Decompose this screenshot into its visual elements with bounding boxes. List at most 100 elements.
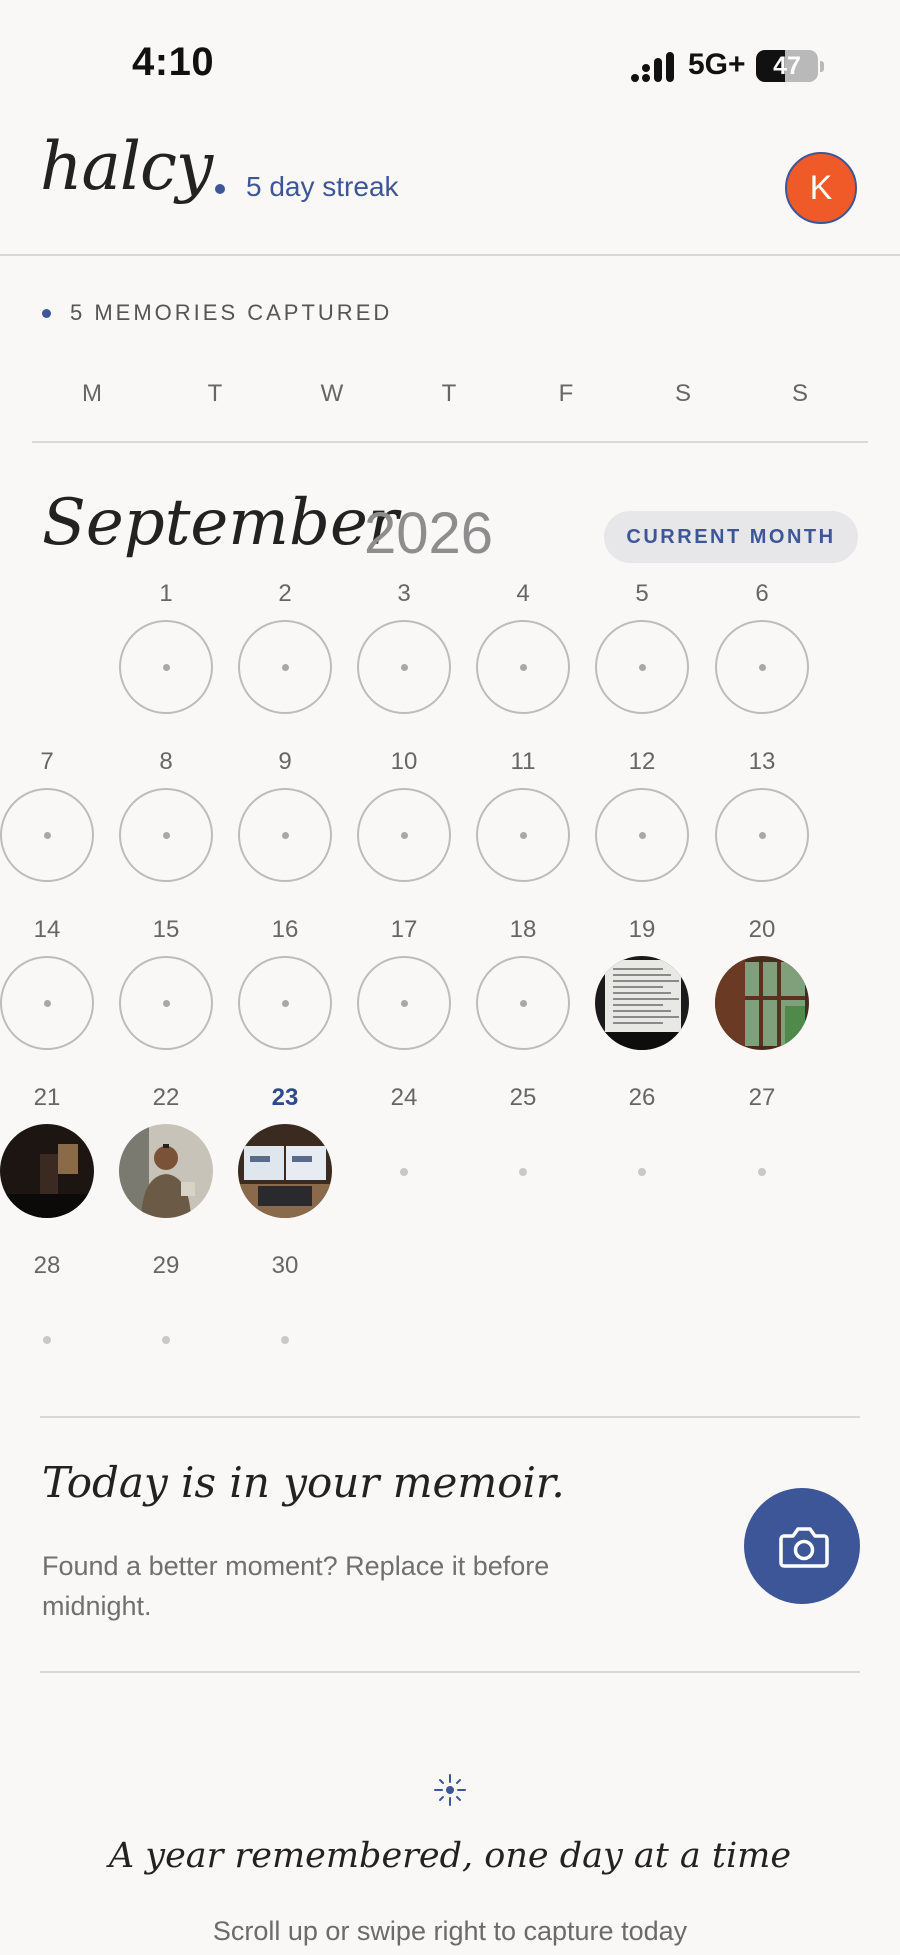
calendar-day[interactable]: 2: [238, 580, 332, 730]
empty-day-dot: [282, 664, 289, 671]
day-number: 11: [510, 748, 536, 775]
day-number: 30: [271, 1252, 299, 1279]
empty-day-ring: [238, 956, 332, 1050]
day-number: 5: [635, 580, 649, 607]
calendar-day[interactable]: 12: [595, 748, 689, 898]
empty-day-dot: [44, 832, 51, 839]
today-title: Today is in your memoir.: [42, 1458, 565, 1507]
calendar-day[interactable]: 18: [476, 916, 570, 1066]
day-number: 26: [628, 1084, 656, 1111]
empty-day-dot: [639, 832, 646, 839]
empty-day-ring: [357, 620, 451, 714]
calendar-day[interactable]: 4: [476, 580, 570, 730]
section-divider: [40, 1671, 860, 1673]
empty-day-dot: [44, 1000, 51, 1007]
future-day-dot: [400, 1168, 408, 1176]
calendar-day[interactable]: 23: [238, 1084, 332, 1234]
calendar-day[interactable]: 15: [119, 916, 213, 1066]
day-number: 15: [152, 916, 180, 943]
sparkle-icon: [434, 1774, 466, 1806]
day-number: 25: [509, 1084, 537, 1111]
calendar-day[interactable]: 29: [119, 1252, 213, 1402]
calendar-day[interactable]: 17: [357, 916, 451, 1066]
footer-hint: Scroll up or swipe right to capture toda…: [212, 1916, 688, 1946]
day-number: 4: [516, 580, 530, 607]
empty-day-ring: [595, 788, 689, 882]
today-subtitle: Found a better moment? Replace it before…: [42, 1551, 550, 1621]
empty-day-ring: [715, 620, 809, 714]
calendar-day[interactable]: 30: [238, 1252, 332, 1402]
capture-button[interactable]: [744, 1488, 860, 1604]
calendar-day[interactable]: 13: [715, 748, 809, 898]
calendar-day[interactable]: 25: [476, 1084, 570, 1234]
laptop-photo: [238, 1124, 332, 1218]
calendar-day[interactable]: 6: [715, 580, 809, 730]
calendar-day[interactable]: 7: [0, 748, 94, 898]
person-photo: [119, 1124, 213, 1218]
empty-day-dot: [282, 1000, 289, 1007]
empty-day-ring: [476, 788, 570, 882]
day-number: 19: [628, 916, 656, 943]
app-logo: halcy: [40, 128, 213, 205]
current-month-badge[interactable]: CURRENT MONTH: [604, 511, 858, 563]
calendar-day[interactable]: 28: [0, 1252, 94, 1402]
battery-level: 47: [773, 52, 801, 80]
weekday-label: M: [82, 380, 102, 407]
calendar-day[interactable]: 11: [476, 748, 570, 898]
calendar-day[interactable]: 1: [119, 580, 213, 730]
calendar-day[interactable]: 3: [357, 580, 451, 730]
calendar-day[interactable]: 16: [238, 916, 332, 1066]
signal-icon: [631, 52, 674, 82]
day-number: 6: [755, 580, 769, 607]
battery-icon: 47: [756, 50, 818, 82]
calendar-day[interactable]: 20: [715, 916, 809, 1066]
day-number: 1: [159, 580, 173, 607]
empty-day-ring: [119, 956, 213, 1050]
weekday-header: M T W T F S S: [32, 380, 868, 410]
future-day-dot: [281, 1336, 289, 1344]
day-number: 3: [397, 580, 411, 607]
camera-icon: [779, 1527, 829, 1568]
empty-day-ring: [238, 788, 332, 882]
empty-day-ring: [238, 620, 332, 714]
empty-day-ring: [119, 788, 213, 882]
weekday-label: T: [441, 380, 457, 407]
streak-label: 5 day streak: [246, 171, 399, 202]
empty-day-ring: [119, 620, 213, 714]
empty-day-dot: [163, 664, 170, 671]
day-number: 20: [748, 916, 776, 943]
calendar-day[interactable]: 26: [595, 1084, 689, 1234]
section-divider: [40, 1416, 860, 1418]
day-number: 12: [628, 748, 656, 775]
weekday-divider: [32, 441, 868, 443]
calendar-day[interactable]: 19: [595, 916, 689, 1066]
empty-day-ring: [476, 620, 570, 714]
calendar-day[interactable]: 9: [238, 748, 332, 898]
calendar-day[interactable]: 10: [357, 748, 451, 898]
calendar-day[interactable]: 22: [119, 1084, 213, 1234]
memories-dot: [42, 309, 51, 318]
document-photo: [595, 956, 689, 1050]
future-day-dot: [519, 1168, 527, 1176]
footer-title: A year remembered, one day at a time: [108, 1836, 792, 1876]
day-number: 23: [271, 1084, 299, 1111]
calendar-day[interactable]: 5: [595, 580, 689, 730]
empty-day-dot: [401, 664, 408, 671]
empty-day-ring: [0, 788, 94, 882]
status-time: 4:10: [132, 40, 215, 84]
calendar-day[interactable]: 14: [0, 916, 94, 1066]
day-number: 27: [748, 1084, 776, 1111]
weekday-label: S: [674, 380, 691, 407]
weekday-label: T: [207, 380, 223, 407]
day-number: 10: [390, 748, 418, 775]
streak-dot: [215, 184, 225, 194]
day-number: 14: [33, 916, 61, 943]
empty-day-ring: [715, 788, 809, 882]
day-number: 9: [278, 748, 292, 775]
calendar-day[interactable]: 8: [119, 748, 213, 898]
calendar-day[interactable]: 24: [357, 1084, 451, 1234]
calendar-day[interactable]: 27: [715, 1084, 809, 1234]
weekday-label: W: [320, 380, 344, 407]
avatar[interactable]: K: [785, 152, 857, 224]
calendar-day[interactable]: 21: [0, 1084, 94, 1234]
